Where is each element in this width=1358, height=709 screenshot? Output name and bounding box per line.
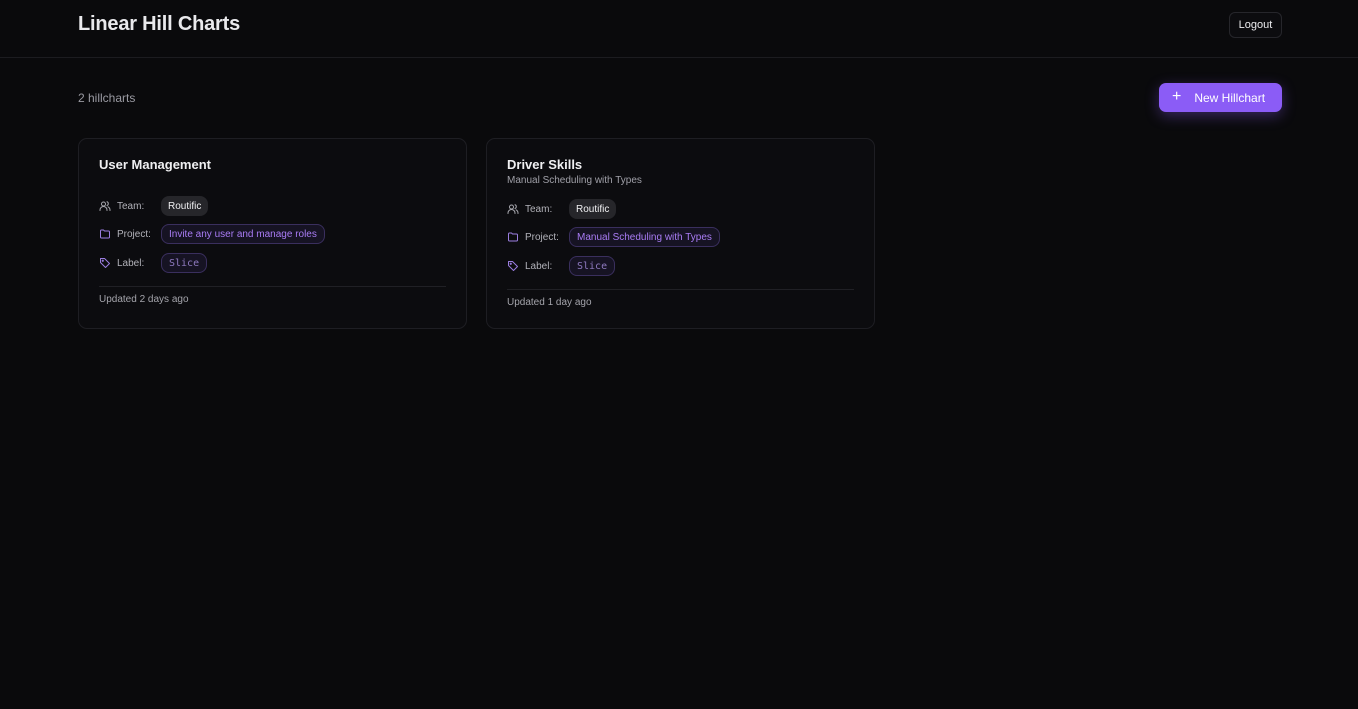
hillchart-count: 2 hillcharts — [78, 91, 136, 105]
project-label: Project: — [525, 231, 559, 243]
team-label: Team: — [525, 203, 553, 215]
hillchart-card[interactable]: User Management Team: Routific Project: … — [78, 138, 467, 329]
team-row: Team: Routific — [99, 196, 209, 216]
users-icon — [507, 203, 519, 215]
project-label: Project: — [117, 228, 151, 240]
new-hillchart-button[interactable]: + New Hillchart — [1159, 83, 1282, 112]
label-chip: Slice — [569, 256, 616, 276]
label-row: Label: Slice — [99, 253, 208, 273]
project-row: Project: Invite any user and manage role… — [99, 224, 325, 244]
updated-text: Updated 2 days ago — [99, 294, 189, 305]
card-divider — [507, 289, 854, 290]
users-icon — [99, 200, 111, 212]
project-chip: Invite any user and manage roles — [161, 224, 325, 244]
label-label: Label: — [117, 257, 145, 269]
folder-icon — [507, 231, 519, 243]
project-row: Project: Manual Scheduling with Types — [507, 227, 720, 247]
team-chip: Routific — [569, 199, 617, 219]
label-row: Label: Slice — [507, 256, 616, 276]
team-row: Team: Routific — [507, 199, 617, 219]
top-bar: Linear Hill Charts Logout — [0, 0, 1358, 58]
plus-icon: + — [1172, 88, 1182, 105]
card-subtitle: Manual Scheduling with Types — [507, 175, 642, 186]
updated-text: Updated 1 day ago — [507, 297, 592, 308]
label-chip: Slice — [161, 253, 208, 273]
tag-icon — [99, 257, 111, 269]
card-title: User Management — [99, 157, 211, 172]
app-title: Linear Hill Charts — [78, 13, 240, 35]
folder-icon — [99, 228, 111, 240]
label-label: Label: — [525, 260, 553, 272]
team-chip: Routific — [161, 196, 209, 216]
team-label: Team: — [117, 200, 145, 212]
logout-button[interactable]: Logout — [1229, 12, 1282, 38]
card-title: Driver Skills — [507, 157, 583, 172]
project-chip: Manual Scheduling with Types — [569, 227, 720, 247]
hillchart-card[interactable]: Driver Skills Manual Scheduling with Typ… — [486, 138, 875, 329]
new-hillchart-label: New Hillchart — [1194, 90, 1266, 105]
card-divider — [99, 286, 446, 287]
tag-icon — [507, 260, 519, 272]
